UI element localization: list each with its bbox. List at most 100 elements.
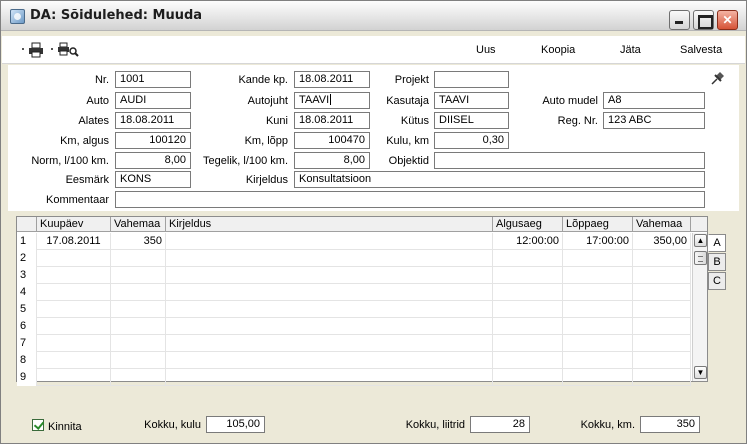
cell-vahemaa2[interactable] [633,335,691,352]
cell-kuupaev[interactable] [37,284,111,301]
cell-kuupaev[interactable] [37,369,111,386]
cell-kirjeldus[interactable] [166,233,493,250]
cell-algusaeg[interactable] [493,284,563,301]
autojuht-field[interactable]: TAAVI [294,92,370,109]
cell-vahemaa[interactable] [111,352,166,369]
auto-mudel-field[interactable]: A8 [603,92,705,109]
discard-button[interactable]: Jäta [620,44,641,56]
cell-vahemaa2[interactable] [633,250,691,267]
cell-kirjeldus[interactable] [166,318,493,335]
cell-algusaeg[interactable] [493,318,563,335]
km-lopp-field[interactable]: 100470 [294,132,370,149]
cell-loppaeg[interactable] [563,284,633,301]
cell-kirjeldus[interactable] [166,369,493,386]
cell-vahemaa2[interactable] [633,352,691,369]
cell-loppaeg[interactable] [563,318,633,335]
kuni-field[interactable]: 18.08.2011 [294,112,370,129]
table-row[interactable]: 3 [17,267,691,284]
pin-icon[interactable] [711,71,725,85]
cell-vahemaa2[interactable] [633,318,691,335]
cell-algusaeg[interactable] [493,369,563,386]
cell-kuupaev[interactable] [37,250,111,267]
kande-kp-field[interactable]: 18.08.2011 [294,71,370,88]
print-preview-icon[interactable] [57,42,79,58]
cell-loppaeg[interactable] [563,301,633,318]
grid-header-kuupaev[interactable]: Kuupäev [37,217,111,232]
cell-kuupaev[interactable] [37,318,111,335]
table-row[interactable]: 4 [17,284,691,301]
cell-vahemaa[interactable] [111,301,166,318]
maximize-button[interactable] [693,10,714,30]
grid-header-vahemaa[interactable]: Vahemaa [111,217,166,232]
cell-kirjeldus[interactable] [166,284,493,301]
cell-vahemaa[interactable] [111,267,166,284]
projekt-field[interactable] [434,71,509,88]
cell-loppaeg[interactable] [563,352,633,369]
close-button[interactable]: ✕ [717,10,738,30]
kirjeldus-field[interactable]: Konsultatsioon [294,171,705,188]
cell-kirjeldus[interactable] [166,250,493,267]
table-row[interactable]: 8 [17,352,691,369]
cell-algusaeg[interactable] [493,267,563,284]
cell-kirjeldus[interactable] [166,335,493,352]
cell-algusaeg[interactable] [493,352,563,369]
grid-header-kirjeldus[interactable]: Kirjeldus [166,217,493,232]
cell-kirjeldus[interactable] [166,267,493,284]
tab-a[interactable]: A [708,234,726,252]
minimize-button[interactable] [669,10,690,30]
auto-field[interactable]: AUDI [115,92,191,109]
tab-c[interactable]: C [708,272,726,290]
reg-nr-field[interactable]: 123 ABC [603,112,705,129]
cell-vahemaa2[interactable] [633,301,691,318]
cell-algusaeg[interactable] [493,250,563,267]
printer-icon[interactable] [28,42,44,58]
eesmark-field[interactable]: KONS [115,171,191,188]
kulu-km-field[interactable]: 0,30 [434,132,509,149]
km-algus-field[interactable]: 100120 [115,132,191,149]
cell-algusaeg[interactable]: 12:00:00 [493,233,563,250]
table-row[interactable]: 7 [17,335,691,352]
kokku-liitrid-field[interactable]: 28 [470,416,530,433]
table-row[interactable]: 9 [17,369,691,386]
table-row[interactable]: 2 [17,250,691,267]
cell-kuupaev[interactable] [37,335,111,352]
cell-vahemaa[interactable] [111,318,166,335]
nr-field[interactable]: 1001 [115,71,191,88]
tab-b[interactable]: B [708,253,726,271]
scroll-down-icon[interactable]: ▼ [694,366,707,379]
table-row[interactable]: 1 17.08.2011 350 12:00:00 17:00:00 350,00 [17,233,691,250]
table-row[interactable]: 6 [17,318,691,335]
cell-vahemaa2[interactable] [633,284,691,301]
cell-vahemaa[interactable] [111,335,166,352]
cell-kuupaev[interactable] [37,301,111,318]
cell-loppaeg[interactable] [563,267,633,284]
new-button[interactable]: Uus [476,44,496,56]
cell-vahemaa[interactable] [111,284,166,301]
kutus-field[interactable]: DIISEL [434,112,509,129]
cell-kuupaev[interactable] [37,267,111,284]
scroll-up-icon[interactable]: ▲ [694,234,707,247]
grid-header-algusaeg[interactable]: Algusaeg [493,217,563,232]
cell-loppaeg[interactable] [563,369,633,386]
kokku-kulu-field[interactable]: 105,00 [206,416,265,433]
cell-loppaeg[interactable]: 17:00:00 [563,233,633,250]
cell-algusaeg[interactable] [493,335,563,352]
table-row[interactable]: 5 [17,301,691,318]
kinnita-checkbox[interactable] [32,419,44,431]
cell-kirjeldus[interactable] [166,301,493,318]
cell-vahemaa2[interactable] [633,369,691,386]
copy-button[interactable]: Koopia [541,44,575,56]
grid-header-loppaeg[interactable]: Lõppaeg [563,217,633,232]
scroll-thumb[interactable] [694,251,707,265]
cell-kirjeldus[interactable] [166,352,493,369]
kommentaar-field[interactable] [115,191,705,208]
kasutaja-field[interactable]: TAAVI [434,92,509,109]
cell-kuupaev[interactable]: 17.08.2011 [37,233,111,250]
cell-loppaeg[interactable] [563,250,633,267]
cell-loppaeg[interactable] [563,335,633,352]
cell-kuupaev[interactable] [37,352,111,369]
norm-field[interactable]: 8,00 [115,152,191,169]
cell-vahemaa2[interactable]: 350,00 [633,233,691,250]
alates-field[interactable]: 18.08.2011 [115,112,191,129]
vertical-scrollbar[interactable]: ▲ ▼ [692,233,707,381]
